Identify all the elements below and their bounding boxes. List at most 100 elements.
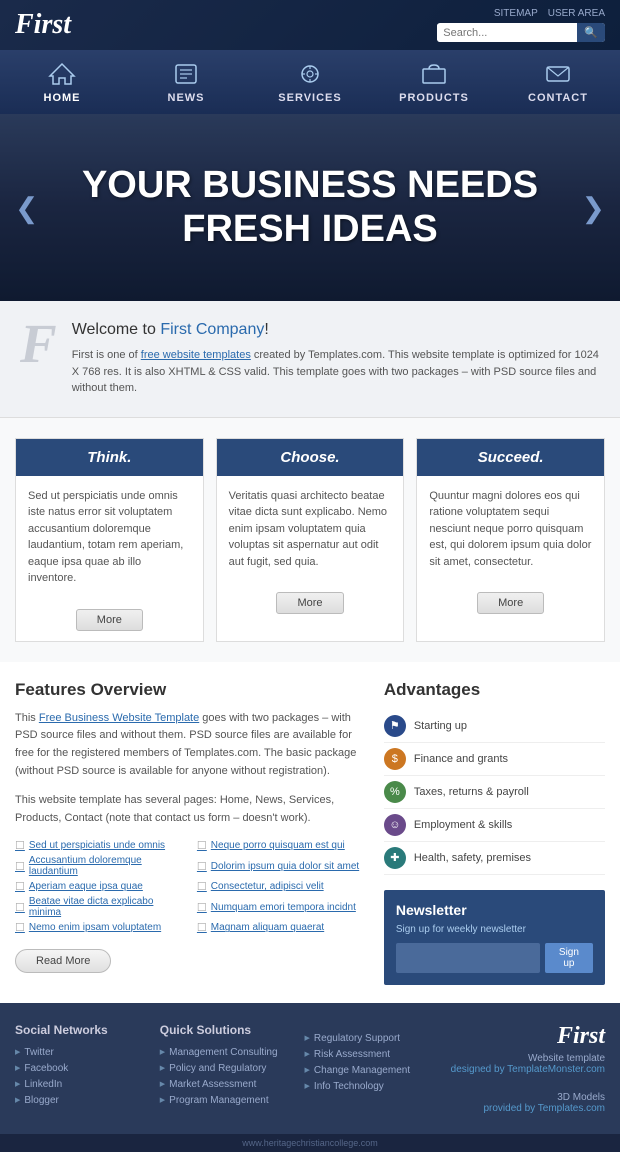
footer-logo-sub: Website template <box>449 1053 605 1064</box>
newsletter-input[interactable] <box>396 943 540 973</box>
welcome-link[interactable]: free website templates <box>141 349 251 361</box>
newsletter-section: Newsletter Sign up for weekly newsletter… <box>384 890 605 985</box>
card-choose-title: Choose. <box>217 439 404 476</box>
card-think-title: Think. <box>16 439 203 476</box>
user-area-link[interactable]: USER AREA <box>548 8 605 19</box>
services-icon <box>294 60 326 88</box>
nav-label-home: HOME <box>44 92 81 104</box>
advantage-icon-4: ✚ <box>384 847 406 869</box>
list-item: Program Management <box>160 1095 290 1106</box>
hero-prev-arrow[interactable]: ❮ <box>5 181 48 234</box>
nav-item-products[interactable]: PRODUCTS <box>384 50 484 114</box>
list-item: Change Management <box>305 1065 435 1076</box>
advantage-label-0: Starting up <box>414 720 467 732</box>
hero-text: YOUR BUSINESS NEEDSFRESH IDEAS <box>82 164 538 251</box>
search-button[interactable]: 🔍 <box>577 23 605 42</box>
footer-social-title: Social Networks <box>15 1023 145 1037</box>
watermark: www.heritagechristiancollege.com <box>0 1134 620 1152</box>
features-section: Features Overview This Free Business Web… <box>15 680 369 985</box>
list-item[interactable]: Magnam aliquam quaerat <box>197 921 369 934</box>
welcome-text: First is one of free website templates c… <box>72 347 600 397</box>
list-item[interactable]: Consectetur, adipisci velit <box>197 880 369 893</box>
hero-next-arrow[interactable]: ❯ <box>572 181 615 234</box>
footer-solutions-title: Quick Solutions <box>160 1023 290 1037</box>
features-text1: This Free Business Website Template goes… <box>15 710 369 780</box>
nav-item-contact[interactable]: CONTACT <box>508 50 608 114</box>
list-item[interactable]: Accusantium doloremque laudantium <box>15 855 187 877</box>
advantage-label-4: Health, safety, premises <box>414 852 531 864</box>
search-bar: 🔍 <box>437 23 605 42</box>
header: First SITEMAP USER AREA 🔍 <box>0 0 620 50</box>
nav-label-products: PRODUCTS <box>399 92 469 104</box>
advantage-item-4: ✚ Health, safety, premises <box>384 842 605 875</box>
header-right: SITEMAP USER AREA 🔍 <box>437 8 605 42</box>
list-item: Policy and Regulatory <box>160 1063 290 1074</box>
list-item: Regulatory Support <box>305 1033 435 1044</box>
hero-line2: FRESH IDEAS <box>182 208 437 250</box>
advantages-section: Advantages ⚑ Starting up $ Finance and g… <box>384 680 605 985</box>
footer-social: Social Networks Twitter Facebook LinkedI… <box>15 1023 145 1114</box>
card-choose: Choose. Veritatis quasi architecto beata… <box>216 438 405 642</box>
nav-item-services[interactable]: SERVICES <box>260 50 360 114</box>
card-succeed-title: Succeed. <box>417 439 604 476</box>
list-item[interactable]: Numquam emori tempora incidnt <box>197 896 369 918</box>
advantage-label-2: Taxes, returns & payroll <box>414 786 529 798</box>
search-input[interactable] <box>437 24 577 42</box>
list-item: Twitter <box>15 1047 145 1058</box>
footer-solutions-list: Management Consulting Policy and Regulat… <box>160 1047 290 1106</box>
card-choose-more-button[interactable]: More <box>276 592 343 614</box>
list-item[interactable]: Dolorim ipsum quia dolor sit amet <box>197 855 369 877</box>
card-think: Think. Sed ut perspiciatis unde omnis is… <box>15 438 204 642</box>
advantage-item-3: ☺ Employment & skills <box>384 809 605 842</box>
nav-label-news: NEWS <box>168 92 205 104</box>
card-think-footer: More <box>16 599 203 641</box>
list-item: Facebook <box>15 1063 145 1074</box>
advantage-label-1: Finance and grants <box>414 753 508 765</box>
nav-label-services: SERVICES <box>278 92 341 104</box>
newsletter-signup-button[interactable]: Sign up <box>545 943 593 973</box>
list-item: Info Technology <box>305 1081 435 1092</box>
advantage-label-3: Employment & skills <box>414 819 512 831</box>
footer-logo: First <box>449 1023 605 1050</box>
footer-designer: designed by TemplateMonster.com <box>449 1064 605 1075</box>
card-succeed-body: Quuntur magni dolores eos qui ratione vo… <box>417 476 604 583</box>
features-list: Sed ut perspiciatis unde omnis Neque por… <box>15 839 369 934</box>
list-item[interactable]: Aperiam eaque ipsa quae <box>15 880 187 893</box>
card-succeed: Succeed. Quuntur magni dolores eos qui r… <box>416 438 605 642</box>
sitemap-link[interactable]: SITEMAP <box>494 8 538 19</box>
header-links: SITEMAP USER AREA <box>494 8 605 19</box>
nav-item-news[interactable]: NEWS <box>136 50 236 114</box>
welcome-title: Welcome to First Company! <box>72 321 600 339</box>
card-choose-body: Veritatis quasi architecto beatae vitae … <box>217 476 404 583</box>
welcome-letter: F <box>20 316 57 371</box>
footer-social-list: Twitter Facebook LinkedIn Blogger <box>15 1047 145 1106</box>
features-link1[interactable]: Free Business Website Template <box>39 712 199 724</box>
card-succeed-footer: More <box>417 582 604 624</box>
footer-solutions: Quick Solutions Management Consulting Po… <box>160 1023 290 1114</box>
home-icon <box>46 60 78 88</box>
list-item[interactable]: Neque porro quisquam est qui <box>197 839 369 852</box>
list-item[interactable]: Beatae vitae dicta explicabo minima <box>15 896 187 918</box>
advantage-icon-2: % <box>384 781 406 803</box>
footer: Social Networks Twitter Facebook LinkedI… <box>0 1003 620 1134</box>
news-icon <box>170 60 202 88</box>
footer-other: Regulatory Support Risk Assessment Chang… <box>305 1023 435 1114</box>
read-more-button[interactable]: Read More <box>15 949 111 973</box>
advantage-icon-3: ☺ <box>384 814 406 836</box>
card-think-body: Sed ut perspiciatis unde omnis iste natu… <box>16 476 203 599</box>
nav-item-home[interactable]: HOME <box>12 50 112 114</box>
list-item: LinkedIn <box>15 1079 145 1090</box>
footer-other-list: Regulatory Support Risk Assessment Chang… <box>305 1033 435 1092</box>
contact-icon <box>542 60 574 88</box>
nav-label-contact: CONTACT <box>528 92 588 104</box>
footer-models-sub: provided by Templates.com <box>449 1103 605 1114</box>
list-item[interactable]: Sed ut perspiciatis unde omnis <box>15 839 187 852</box>
logo[interactable]: First <box>15 9 71 41</box>
hero-line1: YOUR BUSINESS NEEDS <box>82 164 538 206</box>
advantage-item-2: % Taxes, returns & payroll <box>384 776 605 809</box>
newsletter-title: Newsletter <box>396 902 593 918</box>
list-item[interactable]: Nemo enim ipsam voluptatem <box>15 921 187 934</box>
features-title: Features Overview <box>15 680 369 700</box>
card-think-more-button[interactable]: More <box>76 609 143 631</box>
card-succeed-more-button[interactable]: More <box>477 592 544 614</box>
